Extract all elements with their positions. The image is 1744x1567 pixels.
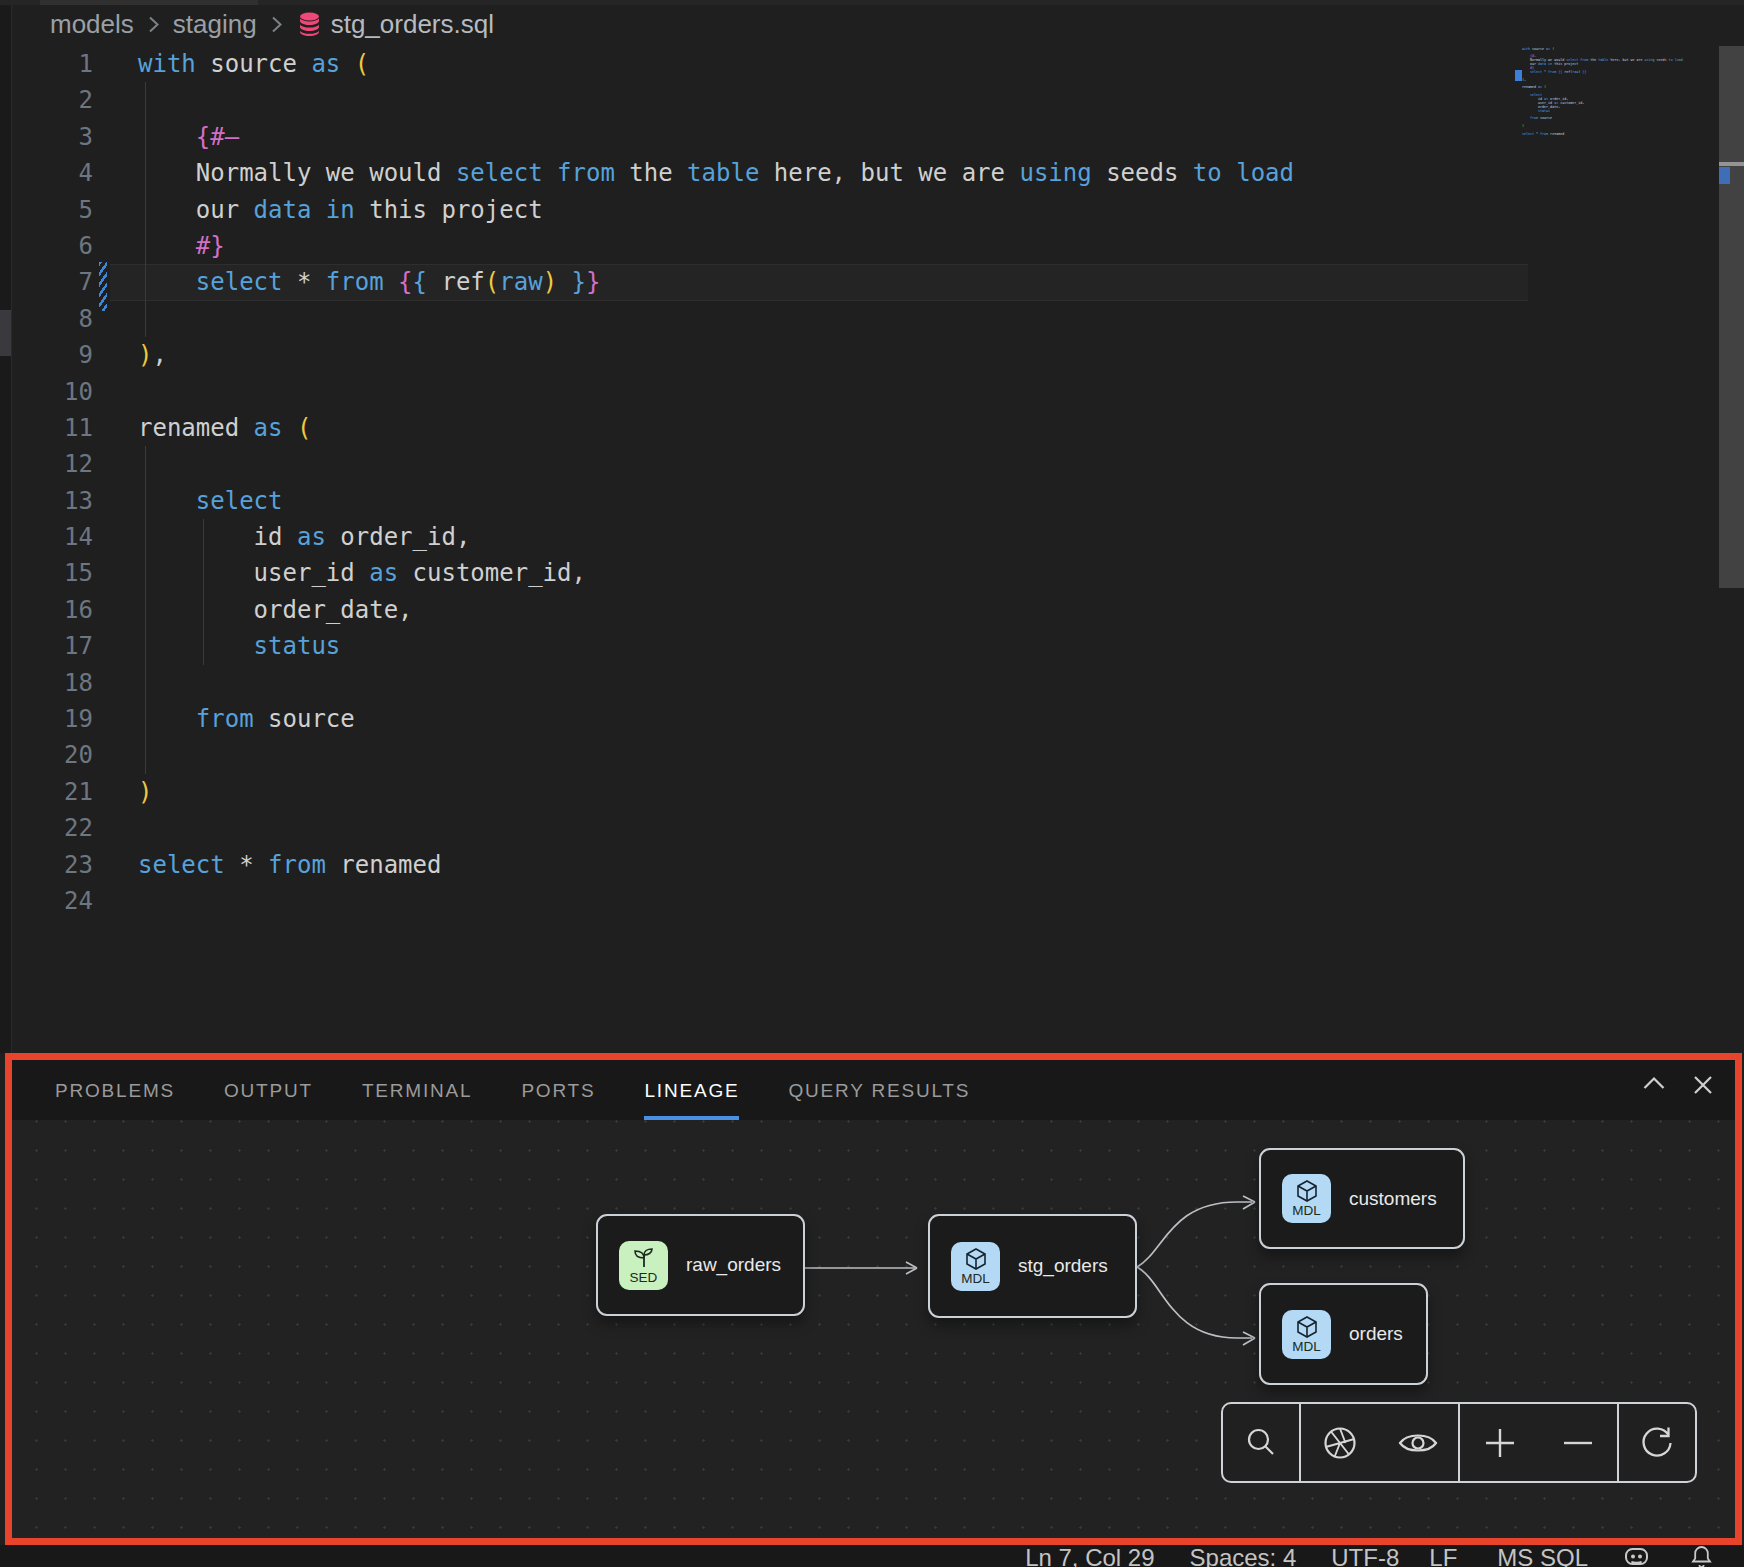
code-line[interactable]: 22 xyxy=(12,810,1294,846)
panel-tab-terminal[interactable]: TERMINAL xyxy=(362,1053,472,1120)
code-line[interactable]: 1with source as ( xyxy=(12,46,1294,82)
indent-guide xyxy=(145,82,146,337)
minimap-change-marker xyxy=(1515,70,1522,81)
indent-guide xyxy=(203,519,204,665)
aperture-icon[interactable] xyxy=(1321,1424,1359,1462)
editor-scrollbar[interactable] xyxy=(1719,46,1744,588)
indent-guide xyxy=(145,446,146,774)
code-line[interactable]: 19 from source xyxy=(12,701,1294,737)
notifications-bell-icon[interactable] xyxy=(1691,1545,1712,1567)
panel-tab-output[interactable]: OUTPUT xyxy=(224,1053,313,1120)
code-line[interactable]: 8 xyxy=(12,301,1294,337)
panel-tab-bar: PROBLEMS OUTPUT TERMINAL PORTS LINEAGE QUERY … xyxy=(12,1053,1738,1120)
code-line[interactable]: 15 user_id as customer_id, xyxy=(12,555,1294,591)
code-line[interactable]: 24 xyxy=(12,883,1294,919)
code-line[interactable]: 2 xyxy=(12,82,1294,118)
overview-ruler-cursor-marker xyxy=(1719,162,1744,166)
breadcrumb-item-models[interactable]: models xyxy=(50,9,134,40)
code-line[interactable]: 17 status xyxy=(12,628,1294,664)
panel-tab-query-results[interactable]: QUERY RESULTS xyxy=(788,1053,970,1120)
window-top-edge xyxy=(0,0,1744,5)
panel-tab-ports[interactable]: PORTS xyxy=(521,1053,595,1120)
status-indentation[interactable]: Spaces: 4 xyxy=(1190,1546,1297,1567)
code-editor[interactable]: 1with source as (23 {#–4 Normally we wou… xyxy=(12,39,1719,1053)
code-line[interactable]: 9), xyxy=(12,337,1294,373)
lineage-node-customers[interactable]: MDL customers xyxy=(1259,1148,1465,1249)
lineage-node-label: stg_orders xyxy=(1018,1255,1108,1277)
code-line[interactable]: 11renamed as ( xyxy=(12,410,1294,446)
code-line[interactable]: 21) xyxy=(12,774,1294,810)
panel-tab-lineage[interactable]: LINEAGE xyxy=(644,1053,739,1120)
code-line[interactable]: 18 xyxy=(12,665,1294,701)
panel-close-icon[interactable] xyxy=(1692,1074,1714,1096)
refresh-icon[interactable] xyxy=(1638,1424,1676,1462)
left-gutter-strip xyxy=(0,5,12,1053)
cube-icon: MDL xyxy=(1282,1174,1331,1223)
panel-actions xyxy=(1642,1074,1714,1096)
status-eol[interactable]: LF xyxy=(1429,1546,1457,1567)
chevron-right-icon xyxy=(147,15,160,34)
code-line[interactable]: 3 {#– xyxy=(12,119,1294,155)
status-bar: Ln 7, Col 29 Spaces: 4 UTF-8 LF MS SQL xyxy=(0,1545,1744,1567)
minimap[interactable]: with source as ( {#– Normally we would s… xyxy=(1522,47,1722,167)
left-scrollbar-thumb[interactable] xyxy=(0,310,11,356)
panel-maximize-icon[interactable] xyxy=(1642,1074,1666,1091)
search-icon[interactable] xyxy=(1243,1425,1279,1461)
cube-icon: MDL xyxy=(1282,1310,1331,1359)
code-line[interactable]: 14 id as order_id, xyxy=(12,519,1294,555)
zoom-out-icon[interactable] xyxy=(1561,1425,1595,1461)
cube-icon: MDL xyxy=(951,1242,1000,1291)
zoom-in-icon[interactable] xyxy=(1482,1425,1518,1461)
code-line[interactable]: 6 #} xyxy=(12,228,1294,264)
database-icon xyxy=(296,11,323,37)
code-line[interactable]: 20 xyxy=(12,737,1294,773)
panel-tab-problems[interactable]: PROBLEMS xyxy=(55,1053,175,1120)
code-line[interactable]: 13 select xyxy=(12,483,1294,519)
code-line[interactable]: 4 Normally we would select from the tabl… xyxy=(12,155,1294,191)
lineage-canvas[interactable]: SED raw_orders MDL stg_orders MDL custom… xyxy=(12,1120,1738,1538)
status-encoding[interactable]: UTF-8 xyxy=(1331,1546,1399,1567)
chevron-right-icon xyxy=(270,15,283,34)
status-language-mode[interactable]: MS SQL xyxy=(1497,1546,1588,1567)
lineage-node-label: customers xyxy=(1349,1188,1437,1210)
code-line[interactable]: 16 order_date, xyxy=(12,592,1294,628)
breadcrumb-item-staging[interactable]: staging xyxy=(173,9,257,40)
copilot-icon[interactable] xyxy=(1624,1545,1649,1567)
lineage-node-label: raw_orders xyxy=(686,1254,781,1276)
code-line[interactable]: 10 xyxy=(12,374,1294,410)
seedling-icon: SED xyxy=(619,1241,668,1290)
vscode-window: models staging stg_orders.sql 1with sour… xyxy=(0,0,1744,1567)
lineage-node-orders[interactable]: MDL orders xyxy=(1259,1283,1428,1385)
editor-tab-sliver xyxy=(40,0,258,5)
lineage-toolbar xyxy=(1221,1402,1697,1483)
overview-ruler-change-marker xyxy=(1719,167,1730,184)
code-line[interactable]: 7 select * from {{ ref(raw) }} xyxy=(12,264,1294,300)
lineage-node-label: orders xyxy=(1349,1323,1403,1345)
status-cursor-position[interactable]: Ln 7, Col 29 xyxy=(1025,1546,1154,1567)
code-line[interactable]: 23select * from renamed xyxy=(12,847,1294,883)
breadcrumb-file-name[interactable]: stg_orders.sql xyxy=(331,9,494,40)
code-line[interactable]: 5 our data in this project xyxy=(12,192,1294,228)
breadcrumb: models staging stg_orders.sql xyxy=(50,6,494,42)
lineage-node-raw_orders[interactable]: SED raw_orders xyxy=(596,1214,805,1316)
code-lines[interactable]: 1with source as (23 {#–4 Normally we wou… xyxy=(12,46,1294,919)
code-line[interactable]: 12 xyxy=(12,446,1294,482)
lineage-node-stg_orders[interactable]: MDL stg_orders xyxy=(928,1214,1137,1318)
eye-icon[interactable] xyxy=(1398,1428,1438,1458)
